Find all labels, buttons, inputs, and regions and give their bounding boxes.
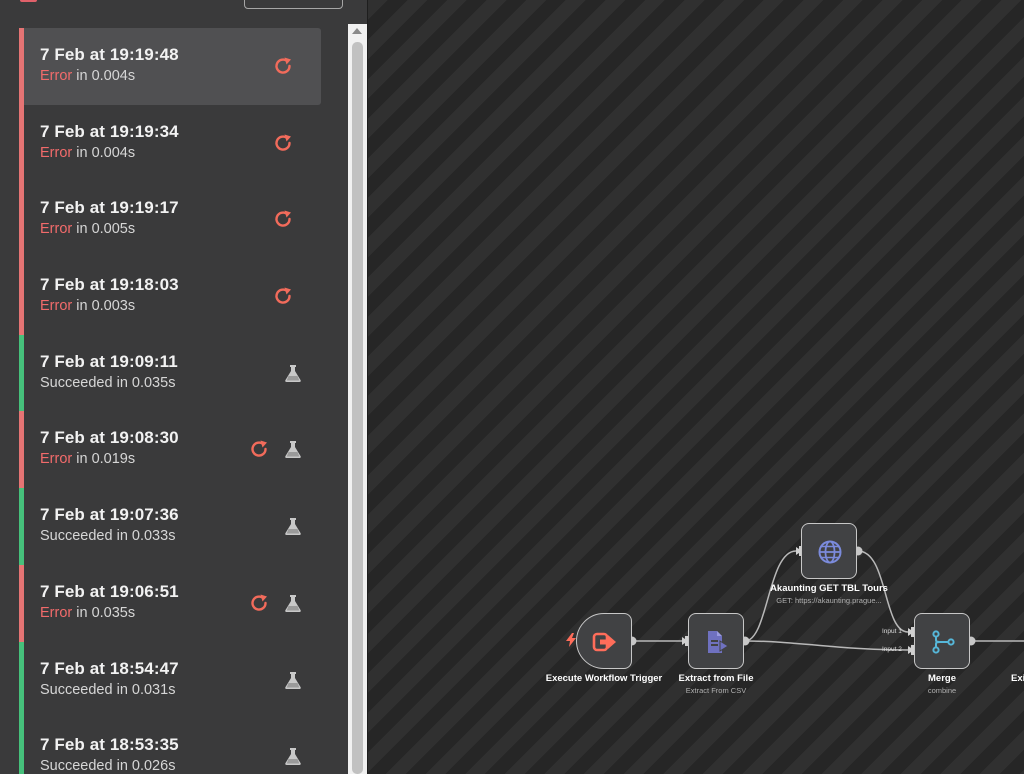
retry-icon[interactable] [248,592,270,614]
execution-status: Error in 0.003s [40,298,135,314]
filter-button[interactable] [244,0,343,9]
status-bar [19,411,24,489]
scroll-up-arrow[interactable] [352,28,362,34]
executions-list: 7 Feb at 19:19:48 Error in 0.004s 7 Feb at… [19,28,321,774]
execution-status: Error in 0.005s [40,221,135,237]
status-duration: in 0.005s [72,221,136,238]
status-duration: in 0.031s [112,681,176,698]
execution-time: 7 Feb at 19:06:51 [40,581,179,601]
execution-status: Succeeded in 0.035s [40,375,175,391]
status-word: Succeeded [40,528,113,545]
execution-item[interactable]: 7 Feb at 18:53:35 Succeeded in 0.026s [19,718,321,774]
merge-icon [930,629,956,655]
status-duration: in 0.004s [72,68,136,84]
globe-icon [817,539,843,565]
retry-icon[interactable] [248,438,270,460]
status-bar [19,488,24,565]
execution-item[interactable]: 7 Feb at 19:07:36 Succeeded in 0.033s [19,488,321,565]
execution-status: Error in 0.035s [40,605,135,621]
merge-input-1-label: Input 1 [882,628,902,635]
node-merge[interactable] [914,613,970,669]
execution-status: Error in 0.004s [40,145,135,161]
merge-input-2-label: Input 2 [882,646,902,653]
status-duration: in 0.004s [72,144,136,161]
execution-status: Error in 0.004s [40,68,135,84]
execution-item[interactable]: 7 Feb at 19:18:03 Error in 0.003s [19,258,321,335]
scroll-thumb[interactable] [352,42,363,774]
execution-time: 7 Feb at 18:53:35 [40,735,179,755]
execution-status: Succeeded in 0.031s [40,682,175,698]
debug-flask-icon[interactable] [282,362,304,384]
node-title-exit: Exi [1011,673,1024,684]
execution-item[interactable]: 7 Feb at 19:19:34 Error in 0.004s [19,104,321,182]
status-bar [19,104,24,182]
execution-time: 7 Feb at 19:08:30 [40,428,179,448]
execution-time: 7 Feb at 19:09:11 [40,351,178,371]
debug-flask-icon[interactable] [282,592,304,614]
status-word: Error [40,221,73,238]
retry-icon[interactable] [272,285,294,307]
execution-item[interactable]: 7 Feb at 18:54:47 Succeeded in 0.031s [19,641,321,719]
status-duration: in 0.035s [112,374,176,391]
scrollbar[interactable] [348,24,367,774]
execution-time: 7 Feb at 19:07:36 [40,505,179,525]
retry-icon[interactable] [272,132,294,154]
execution-status: Error in 0.019s [40,451,135,467]
execution-time: 7 Feb at 19:19:48 [40,45,179,64]
status-duration: in 0.019s [72,451,136,468]
status-word: Succeeded [40,758,113,774]
execution-status: Succeeded in 0.026s [40,758,175,774]
status-bar [19,641,24,719]
node-title-http: Akaunting GET TBL Tours [770,583,888,594]
status-word: Succeeded [40,374,113,391]
status-bar [19,181,24,259]
retry-icon[interactable] [272,208,294,230]
node-subtitle-extract: Extract From CSV [685,686,747,695]
node-title-extract: Extract from File [678,673,754,684]
status-word: Error [40,298,73,315]
file-export-icon [704,629,730,655]
node-akaunting-get-tbl-tours[interactable] [801,523,857,579]
status-bar [19,718,24,774]
execution-item[interactable]: 7 Feb at 19:19:17 Error in 0.005s [19,181,321,259]
node-title-merge: Merge [928,673,956,684]
status-word: Error [40,68,73,84]
status-duration: in 0.033s [112,528,176,545]
debug-flask-icon[interactable] [282,669,304,691]
status-word: Error [40,451,73,468]
execution-time: 7 Feb at 18:54:47 [40,658,179,678]
debug-flask-icon[interactable] [282,515,304,537]
retry-icon[interactable] [272,55,294,77]
status-bar [19,258,24,335]
sidebar-top-indicator [20,0,37,2]
workflow-canvas[interactable]: Execute Workflow Trigger Extract from Fi… [368,0,1024,774]
sign-in-icon [592,629,618,655]
node-title-trigger: Execute Workflow Trigger [545,673,663,684]
status-word: Error [40,144,73,161]
node-subtitle-merge: combine [927,686,957,695]
node-execute-workflow-trigger[interactable] [576,613,632,669]
status-duration: in 0.035s [72,604,136,621]
status-word: Succeeded [40,681,113,698]
status-bar [19,564,24,642]
execution-item[interactable]: 7 Feb at 19:06:51 Error in 0.035s [19,564,321,642]
execution-status: Succeeded in 0.033s [40,528,175,544]
execution-time: 7 Feb at 19:19:34 [40,121,179,141]
execution-item[interactable]: 7 Feb at 19:08:30 Error in 0.019s [19,411,321,489]
execution-item[interactable]: 7 Feb at 19:19:48 Error in 0.004s [19,28,321,105]
node-subtitle-http: GET: https://akaunting.prague... [776,596,882,605]
status-bar [19,334,24,412]
execution-time: 7 Feb at 19:18:03 [40,275,179,295]
executions-sidebar: 7 Feb at 19:19:48 Error in 0.004s 7 Feb at… [0,0,368,774]
node-extract-from-file[interactable] [688,613,744,669]
status-duration: in 0.026s [112,758,176,774]
debug-flask-icon[interactable] [282,745,304,767]
debug-flask-icon[interactable] [282,438,304,460]
status-word: Error [40,604,73,621]
status-bar [19,28,24,105]
status-duration: in 0.003s [72,298,136,315]
execution-time: 7 Feb at 19:19:17 [40,198,179,218]
execution-item[interactable]: 7 Feb at 19:09:11 Succeeded in 0.035s [19,334,321,412]
